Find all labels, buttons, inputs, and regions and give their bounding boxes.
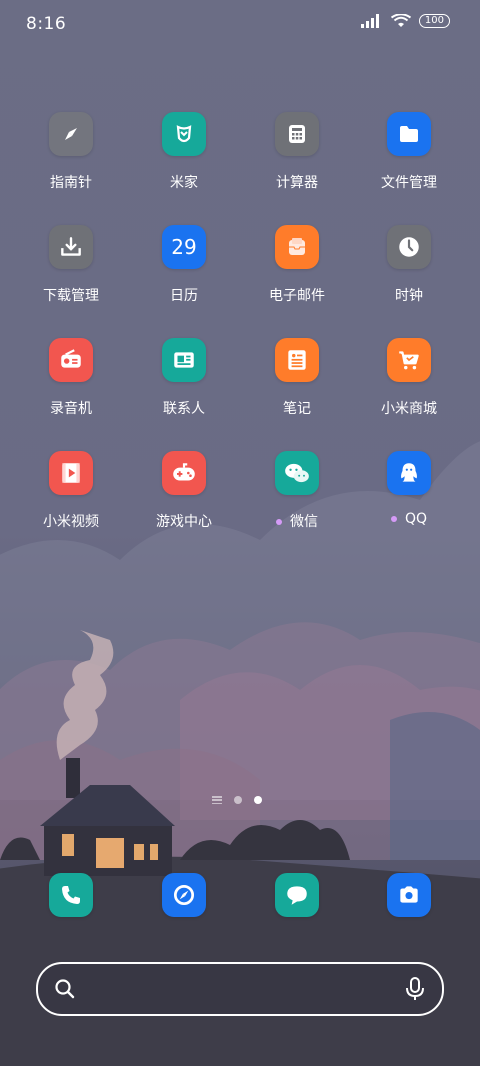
search-bar[interactable] <box>36 962 444 1016</box>
page-dot <box>234 796 242 804</box>
app-label: 米家 <box>170 175 198 191</box>
microphone-icon[interactable] <box>404 976 426 1002</box>
app-xiaomi-video[interactable]: 小米视频 <box>15 451 127 531</box>
app-download-manager[interactable]: 下载管理 <box>15 225 127 305</box>
clock-icon <box>399 237 419 257</box>
app-xiaomi-store[interactable]: 小米商城 <box>353 338 465 418</box>
app-calculator[interactable]: 计算器 <box>241 112 353 192</box>
dock-browser[interactable] <box>128 873 240 917</box>
app-file-manager[interactable]: 文件管理 <box>353 112 465 192</box>
app-label: 微信 <box>241 511 353 531</box>
calculator-icon <box>289 125 305 143</box>
app-clock[interactable]: 时钟 <box>353 225 465 305</box>
notes-icon <box>288 350 306 370</box>
battery-indicator: 100 <box>418 14 450 28</box>
recorder-icon <box>61 349 81 368</box>
app-label: 电子邮件 <box>269 288 325 304</box>
app-label: 录音机 <box>50 401 92 417</box>
app-email[interactable]: 电子邮件 <box>241 225 353 305</box>
app-label: 下载管理 <box>43 288 99 304</box>
app-label: 笔记 <box>283 401 311 417</box>
gamepad-icon <box>173 463 195 481</box>
wechat-icon <box>285 463 309 483</box>
app-label: 游戏中心 <box>156 514 212 530</box>
browser-icon <box>173 884 195 906</box>
app-label: 时钟 <box>395 288 423 304</box>
status-bar: 8:16 100 <box>0 0 480 50</box>
app-compass[interactable]: 指南针 <box>15 112 127 192</box>
notification-dot <box>390 516 397 522</box>
wifi-icon <box>390 14 411 27</box>
folder-icon <box>400 126 418 142</box>
app-qq[interactable]: QQ <box>353 451 465 527</box>
dock-messages[interactable] <box>241 873 353 917</box>
page-dot-active <box>254 796 262 804</box>
page-indicator[interactable] <box>212 796 262 804</box>
list-view-icon <box>212 796 222 804</box>
app-label: QQ <box>353 511 465 527</box>
app-label: 小米商城 <box>381 401 437 417</box>
app-label: 联系人 <box>163 401 205 417</box>
signal-icon <box>360 14 379 28</box>
status-icons: 100 <box>360 14 450 28</box>
status-time: 8:16 <box>26 14 67 34</box>
contacts-icon <box>174 352 194 368</box>
download-icon <box>61 237 81 256</box>
notification-dot <box>276 519 282 525</box>
app-calendar[interactable]: 29 日历 <box>128 225 240 305</box>
app-label: 小米视频 <box>43 514 99 530</box>
messages-icon <box>287 886 307 905</box>
search-icon[interactable] <box>54 978 76 1000</box>
app-label: 日历 <box>170 288 198 304</box>
app-wechat[interactable]: 微信 <box>241 451 353 531</box>
app-label: 计算器 <box>276 175 318 191</box>
mijia-icon <box>176 125 192 143</box>
phone-icon <box>62 886 80 904</box>
compass-icon <box>65 128 77 140</box>
app-label: 文件管理 <box>381 175 437 191</box>
app-label: 指南针 <box>50 175 92 191</box>
camera-icon <box>400 886 418 903</box>
calendar-icon: 29 <box>171 235 197 259</box>
app-notes[interactable]: 笔记 <box>241 338 353 418</box>
app-game-center[interactable]: 游戏中心 <box>128 451 240 531</box>
app-contacts[interactable]: 联系人 <box>128 338 240 418</box>
shopping-cart-icon <box>399 351 419 370</box>
dock-camera[interactable] <box>353 873 465 917</box>
app-recorder[interactable]: 录音机 <box>15 338 127 418</box>
qq-icon <box>401 463 417 482</box>
app-mijia[interactable]: 米家 <box>128 112 240 192</box>
mail-icon <box>289 238 305 255</box>
video-icon <box>62 463 80 483</box>
dock-phone[interactable] <box>15 873 127 917</box>
